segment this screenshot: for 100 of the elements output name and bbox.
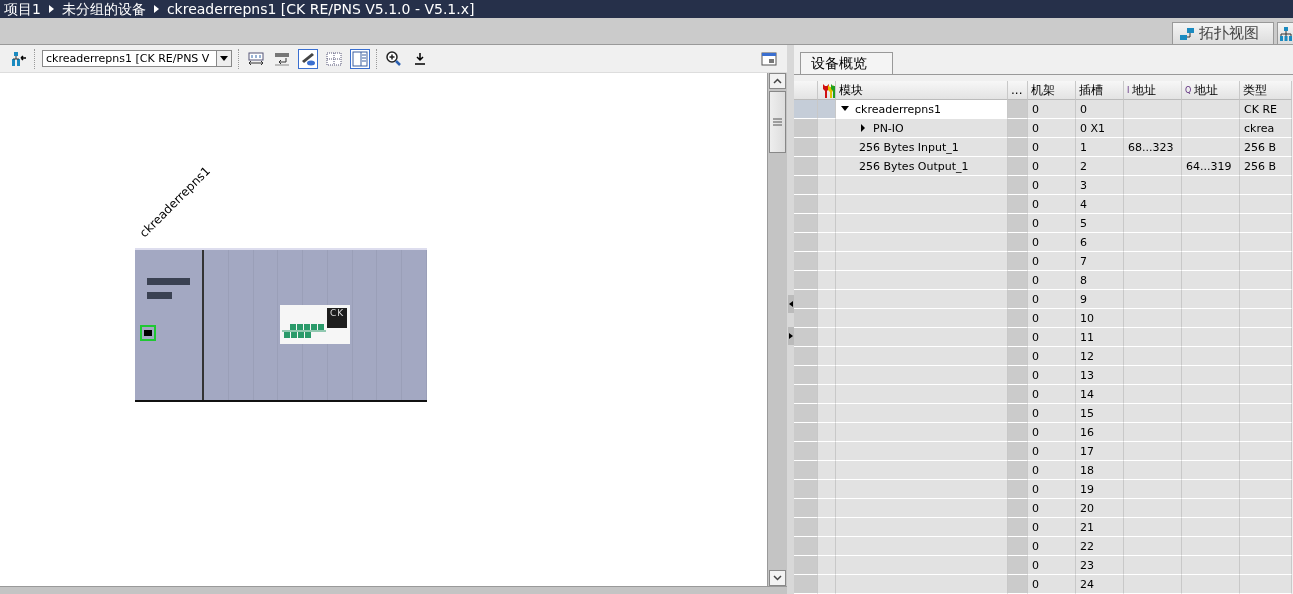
- row-header[interactable]: [794, 385, 818, 404]
- rack-cell: 0: [1028, 347, 1076, 366]
- row-header[interactable]: [794, 461, 818, 480]
- device-rack[interactable]: [135, 248, 427, 402]
- table-cell: [1182, 385, 1240, 404]
- scroll-up-button[interactable]: [769, 73, 786, 89]
- chevron-up-icon: [773, 78, 782, 84]
- rack-cell: 0: [1028, 119, 1076, 138]
- table-cell: [1182, 100, 1240, 119]
- device-overview-tab[interactable]: 设备概览: [800, 52, 893, 74]
- network-view-tab[interactable]: [1277, 22, 1293, 44]
- breadcrumb-item[interactable]: 项目1: [4, 0, 41, 18]
- table-cell: [818, 252, 836, 271]
- table-cell: [1008, 347, 1028, 366]
- module-cell[interactable]: 256 Bytes Output_1: [836, 157, 1008, 176]
- device-dropdown[interactable]: ckreaderrepns1 [CK RE/PNS V: [42, 50, 232, 67]
- type-cell: CK RE: [1240, 100, 1292, 119]
- table-cell: [1240, 328, 1292, 347]
- type-cell: 256 B: [1240, 157, 1292, 176]
- row-header[interactable]: [794, 138, 818, 157]
- column-header[interactable]: 模块: [836, 81, 1008, 100]
- row-header[interactable]: [794, 537, 818, 556]
- module-cell[interactable]: 256 Bytes Input_1: [836, 138, 1008, 157]
- table-cell: [1124, 366, 1182, 385]
- table-width-icon: [248, 51, 264, 66]
- vertical-scrollbar[interactable]: [767, 73, 787, 586]
- row-header[interactable]: [794, 575, 818, 594]
- row-header[interactable]: [794, 214, 818, 233]
- network-logo-icon: [282, 323, 328, 339]
- table-cell: [1008, 404, 1028, 423]
- table-cell: [818, 271, 836, 290]
- table-cell: [1124, 480, 1182, 499]
- scroll-thumb[interactable]: [769, 91, 786, 153]
- table-cell: [1240, 518, 1292, 537]
- logo-text: CK: [327, 308, 347, 328]
- table-cell: [1124, 233, 1182, 252]
- table-cell: [1124, 575, 1182, 594]
- rack-cell: 0: [1028, 461, 1076, 480]
- column-header[interactable]: [818, 81, 836, 100]
- row-header[interactable]: [794, 252, 818, 271]
- type-cell: ckrea: [1240, 119, 1292, 138]
- row-header[interactable]: [794, 119, 818, 138]
- network-port-icon[interactable]: [140, 325, 156, 341]
- module-cell[interactable]: ckreaderrepns1: [836, 100, 1008, 119]
- table-cell: [1008, 176, 1028, 195]
- table-cell: [1182, 518, 1240, 537]
- row-header[interactable]: [794, 157, 818, 176]
- table-cell: [1008, 157, 1028, 176]
- row-header[interactable]: [794, 233, 818, 252]
- scroll-down-button[interactable]: [769, 570, 786, 586]
- table-cell: [1240, 556, 1292, 575]
- table-cell: [1182, 537, 1240, 556]
- breadcrumb-item[interactable]: 未分组的设备: [61, 0, 146, 18]
- column-header[interactable]: 插槽: [1076, 81, 1124, 100]
- column-header[interactable]: 机架: [1028, 81, 1076, 100]
- row-header[interactable]: [794, 176, 818, 195]
- slot-cell: 5: [1076, 214, 1124, 233]
- row-header[interactable]: [794, 423, 818, 442]
- table-cell: [1124, 385, 1182, 404]
- column-header[interactable]: ...: [1008, 81, 1028, 100]
- column-header[interactable]: I 地址: [1124, 81, 1182, 100]
- slot-cell: 23: [1076, 556, 1124, 575]
- column-header[interactable]: Q 地址: [1182, 81, 1240, 100]
- slot-cell: 13: [1076, 366, 1124, 385]
- collapse-right-button[interactable]: [787, 326, 794, 345]
- table-cell: [1240, 176, 1292, 195]
- row-header[interactable]: [794, 366, 818, 385]
- row-header[interactable]: [794, 480, 818, 499]
- table-cell: [1124, 157, 1182, 176]
- table-cell: [1240, 385, 1292, 404]
- row-header[interactable]: [794, 499, 818, 518]
- table-cell: [1182, 233, 1240, 252]
- column-header[interactable]: 类型: [1240, 81, 1292, 100]
- table-cell: [1008, 461, 1028, 480]
- table-cell: [818, 575, 836, 594]
- module-cell[interactable]: PN-IO: [836, 119, 1008, 138]
- tools-icon: [821, 82, 835, 98]
- rack-cell: 0: [1028, 518, 1076, 537]
- table-cell: [818, 347, 836, 366]
- row-header[interactable]: [794, 442, 818, 461]
- network-view-icon: [10, 50, 26, 67]
- panel-layout-button[interactable]: [350, 48, 370, 69]
- edit-view-button[interactable]: [298, 48, 318, 69]
- table-cell: [818, 366, 836, 385]
- collapse-left-button[interactable]: [787, 294, 794, 313]
- rack-cell: 0: [1028, 271, 1076, 290]
- table-cell: [1240, 442, 1292, 461]
- slot-cell: 0: [1076, 100, 1124, 119]
- topology-view-tab[interactable]: 拓扑视图: [1172, 22, 1274, 44]
- row-header[interactable]: [794, 518, 818, 537]
- table-cell: [1124, 271, 1182, 290]
- breadcrumb-item[interactable]: ckreaderrepns1 [CK RE/PNS V5.1.0 - V5.1.x]: [166, 0, 475, 18]
- status-bar-mark: [147, 278, 190, 285]
- row-header[interactable]: [794, 195, 818, 214]
- table-cell: [818, 480, 836, 499]
- row-header[interactable]: [794, 556, 818, 575]
- row-header[interactable]: [794, 404, 818, 423]
- slot-cell: 9: [1076, 290, 1124, 309]
- rack-cell: 0: [1028, 575, 1076, 594]
- horizontal-scrollbar[interactable]: [0, 586, 787, 594]
